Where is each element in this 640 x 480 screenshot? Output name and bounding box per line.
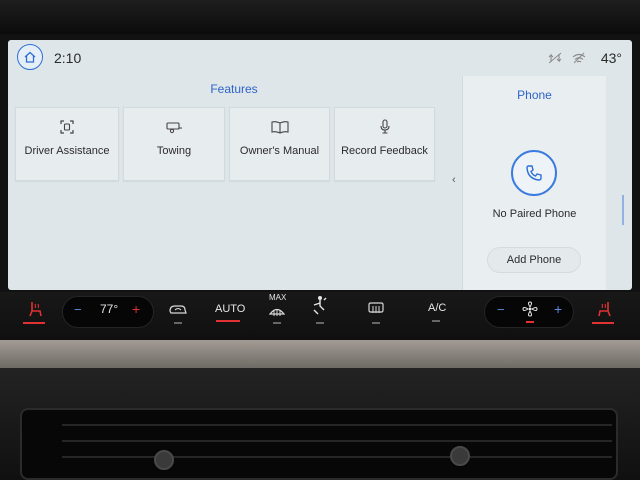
- microphone-icon: [379, 119, 390, 134]
- max-defrost-indicator: [273, 322, 281, 324]
- driver-assistance-tile[interactable]: Driver Assistance: [15, 107, 119, 181]
- sync-off-icon: [548, 52, 562, 64]
- owners-manual-tile[interactable]: Owner's Manual: [229, 107, 330, 181]
- wifi-off-icon: [572, 52, 586, 64]
- passenger-seat-heat-level-indicator: [592, 322, 614, 324]
- phone-button[interactable]: [511, 150, 557, 196]
- driver-temp-value: 77°: [100, 302, 119, 316]
- fan-decrease[interactable]: −: [497, 302, 505, 317]
- recirculation-icon[interactable]: [168, 302, 188, 316]
- vent-adjuster-left[interactable]: [154, 450, 174, 470]
- climate-mode-indicator: [316, 322, 324, 324]
- top-bezel: [0, 0, 640, 34]
- home-button[interactable]: [17, 44, 43, 70]
- max-defrost-label: MAX: [269, 293, 287, 302]
- driver-seat-heat-icon[interactable]: [26, 300, 44, 318]
- driver-assist-icon: [60, 120, 74, 134]
- vent-slat: [62, 440, 612, 442]
- tile-label: Driver Assistance: [24, 145, 110, 157]
- max-defrost-icon[interactable]: [268, 304, 286, 318]
- climate-mode-icon[interactable]: [310, 294, 330, 316]
- auto-indicator: [216, 320, 240, 322]
- driver-temp-increase[interactable]: +: [132, 301, 140, 317]
- phone-panel: Phone No Paired Phone Add Phone: [462, 76, 606, 290]
- book-icon: [270, 121, 289, 134]
- trailer-icon: [166, 122, 182, 134]
- vent-adjuster-right[interactable]: [450, 446, 470, 466]
- tile-label: Record Feedback: [341, 145, 428, 157]
- tile-label: Towing: [156, 145, 192, 157]
- clock: 2:10: [54, 50, 82, 66]
- outside-temperature: 43°: [600, 50, 622, 66]
- ac-indicator: [432, 320, 440, 322]
- infotainment-screen: 2:10 43° Features Driver Assistance Towi…: [8, 40, 632, 290]
- vent-slat: [62, 424, 612, 426]
- fan-level-indicator: [526, 321, 534, 323]
- status-bar: 2:10 43°: [8, 40, 632, 76]
- passenger-seat-heat-icon[interactable]: [596, 300, 614, 318]
- recirc-indicator: [174, 322, 182, 324]
- rear-defrost-icon[interactable]: [367, 301, 385, 315]
- add-phone-button[interactable]: Add Phone: [487, 247, 581, 273]
- scroll-indicator: [622, 195, 624, 225]
- seat-heat-level-indicator: [23, 322, 45, 324]
- panel-toggle-chevron-icon[interactable]: ‹: [452, 174, 456, 186]
- phone-title: Phone: [517, 88, 552, 102]
- tile-label: Owner's Manual: [239, 145, 320, 157]
- features-title: Features: [210, 82, 258, 96]
- phone-status: No Paired Phone: [492, 208, 577, 220]
- climate-control-bar: − 77° + AUTO MAX A/C − +: [0, 292, 640, 340]
- vent-slat: [62, 456, 612, 458]
- dashboard-trim: [0, 340, 640, 368]
- air-vent: [20, 408, 618, 480]
- auto-climate-button[interactable]: AUTO: [215, 303, 245, 315]
- phone-icon: [526, 165, 542, 181]
- home-icon: [24, 51, 36, 63]
- towing-tile[interactable]: Towing: [123, 107, 225, 181]
- driver-temp-decrease[interactable]: −: [74, 302, 82, 317]
- ac-button[interactable]: A/C: [428, 302, 446, 314]
- fan-icon: [522, 301, 538, 317]
- rear-defrost-indicator: [372, 322, 380, 324]
- fan-increase[interactable]: +: [554, 301, 562, 317]
- status-icons: [548, 52, 586, 64]
- record-feedback-tile[interactable]: Record Feedback: [334, 107, 435, 181]
